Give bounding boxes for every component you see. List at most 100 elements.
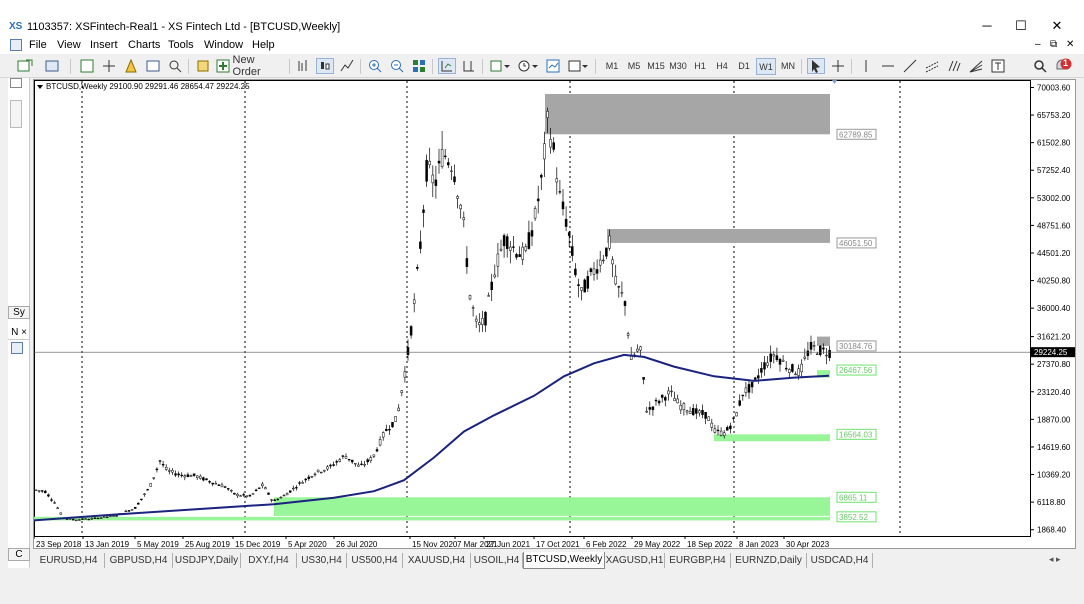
new-chart-icon[interactable] — [14, 58, 36, 74]
candle — [251, 493, 255, 495]
panel-close-icon-2[interactable]: N × — [8, 326, 30, 340]
chart-tab[interactable]: XAUUSD,H4 — [403, 553, 471, 568]
market-watch-icon[interactable] — [78, 58, 96, 74]
timeframe-h1[interactable]: H1 — [690, 58, 710, 75]
timeframe-m30[interactable]: M30 — [668, 58, 688, 75]
candle — [735, 412, 738, 417]
cursor-icon[interactable] — [807, 58, 825, 74]
chart-tab[interactable]: XAGUSD,H1 — [605, 553, 665, 568]
chart-tab[interactable]: DXY.f,H4 — [241, 553, 297, 568]
periods-icon[interactable] — [516, 58, 540, 74]
channel-icon[interactable] — [923, 58, 941, 74]
menu-file[interactable]: File — [29, 39, 47, 51]
plot-area[interactable] — [34, 80, 1031, 537]
menu-tools[interactable]: Tools — [168, 39, 194, 51]
chart-tab[interactable]: USDJPY,Daily — [173, 553, 241, 568]
vertical-line-icon[interactable] — [857, 58, 875, 74]
tile-windows-icon[interactable] — [410, 58, 428, 74]
new-order-button[interactable]: New Order — [216, 54, 284, 78]
y-tick-label: 53002.00 — [1037, 194, 1071, 203]
line-chart-icon[interactable] — [338, 58, 356, 74]
indicators-icon[interactable] — [488, 58, 512, 74]
maximize-button[interactable]: ☐ — [1008, 17, 1034, 35]
panel-tab-symbols[interactable]: Sy — [8, 306, 30, 319]
candle — [372, 454, 376, 457]
horizontal-line-icon[interactable] — [879, 58, 897, 74]
candle — [366, 459, 369, 463]
close-button[interactable]: ✕ — [1044, 17, 1070, 35]
new-order-label: New Order — [232, 54, 261, 78]
crosshair-icon[interactable] — [829, 58, 847, 74]
chart-tab[interactable]: USOIL,H4 — [471, 553, 523, 568]
zone-label: 26467.56 — [839, 366, 873, 375]
candle — [490, 281, 493, 291]
menu-charts[interactable]: Charts — [128, 39, 160, 51]
panel-folder-icon[interactable] — [11, 342, 23, 354]
navigator-icon[interactable] — [122, 58, 140, 74]
chart-tab[interactable]: GBPUSD,H4 — [105, 553, 173, 568]
zoom-out-icon[interactable] — [388, 58, 406, 74]
candlestick-icon[interactable] — [316, 58, 334, 74]
templates-icon[interactable] — [544, 58, 562, 74]
tab-scroll-arrows-icon[interactable]: ◂ ▸ — [1049, 554, 1061, 565]
mdi-minimize-button[interactable]: – — [1035, 39, 1041, 50]
chart-tab[interactable]: USDCAD,H4 — [807, 553, 873, 568]
bar-chart-icon[interactable] — [294, 58, 312, 74]
timeframe-m5[interactable]: M5 — [624, 58, 644, 75]
chart-tab[interactable]: EURGBP,H4 — [665, 553, 731, 568]
candle — [784, 367, 788, 370]
document-icon[interactable] — [10, 39, 22, 51]
chart-tab[interactable]: US30,H4 — [297, 553, 347, 568]
chart-tab[interactable]: BTCUSD,Weekly — [523, 552, 605, 569]
zone-demand — [274, 497, 830, 516]
candle — [192, 473, 196, 476]
terminal-icon[interactable] — [144, 58, 162, 74]
minimize-button[interactable]: ─ — [974, 17, 1000, 35]
panel-close-icon[interactable] — [10, 78, 22, 88]
trendline-icon[interactable] — [901, 58, 919, 74]
chart-tab[interactable]: EURNZD,Daily — [731, 553, 807, 568]
metaeditor-icon[interactable] — [194, 58, 212, 74]
timeframe-m1[interactable]: M1 — [602, 58, 622, 75]
candle — [704, 411, 707, 419]
fibonacci-fan-icon[interactable] — [967, 58, 985, 74]
candle — [406, 347, 410, 356]
timeframe-h4[interactable]: H4 — [712, 58, 732, 75]
timeframe-d1[interactable]: D1 — [734, 58, 754, 75]
candle — [254, 489, 258, 491]
crosshair-move-icon[interactable] — [100, 58, 118, 74]
profiles-icon[interactable] — [42, 58, 64, 74]
mdi-close-button[interactable]: ✕ — [1066, 39, 1074, 50]
fibonacci-icon[interactable] — [945, 58, 963, 74]
panel-tab-common[interactable]: C — [8, 548, 30, 561]
candle — [791, 364, 794, 372]
timeframe-m15[interactable]: M15 — [646, 58, 666, 75]
candle — [183, 475, 187, 478]
menu-help[interactable]: Help — [252, 39, 275, 51]
chart-tab[interactable]: EURUSD,H4 — [33, 553, 105, 568]
chart-tab[interactable]: US500,H4 — [347, 553, 403, 568]
chart-properties-icon[interactable] — [566, 58, 590, 74]
x-tick-label: 23 Sep 2018 — [36, 540, 82, 549]
candle — [412, 299, 416, 304]
auto-scroll-icon[interactable] — [438, 58, 456, 74]
zoom-in-icon[interactable] — [366, 58, 384, 74]
search-icon[interactable] — [1031, 58, 1049, 74]
price-chart[interactable]: 62789.85 46051.50 30184.76 26467.56 16564.03… — [33, 80, 1077, 550]
timeframe-w1[interactable]: W1 — [756, 58, 776, 75]
chart-shift-icon[interactable] — [460, 58, 478, 74]
chart-window[interactable]: 62789.85 46051.50 30184.76 26467.56 16564.03… — [33, 79, 1076, 549]
mdi-restore-button[interactable]: ⧉ — [1050, 39, 1057, 50]
menu-window[interactable]: Window — [204, 39, 243, 51]
candle — [763, 362, 766, 370]
menu-view[interactable]: View — [57, 39, 81, 51]
candle — [363, 464, 366, 466]
strategy-tester-icon[interactable] — [166, 58, 184, 74]
text-tool-icon[interactable] — [989, 58, 1007, 74]
menu-insert[interactable]: Insert — [90, 39, 118, 51]
candle — [397, 407, 400, 412]
panel-scroll-thumb[interactable] — [10, 100, 22, 128]
candle — [732, 417, 735, 419]
notification-icon[interactable]: 1 — [1053, 58, 1073, 74]
timeframe-mn[interactable]: MN — [778, 58, 798, 75]
